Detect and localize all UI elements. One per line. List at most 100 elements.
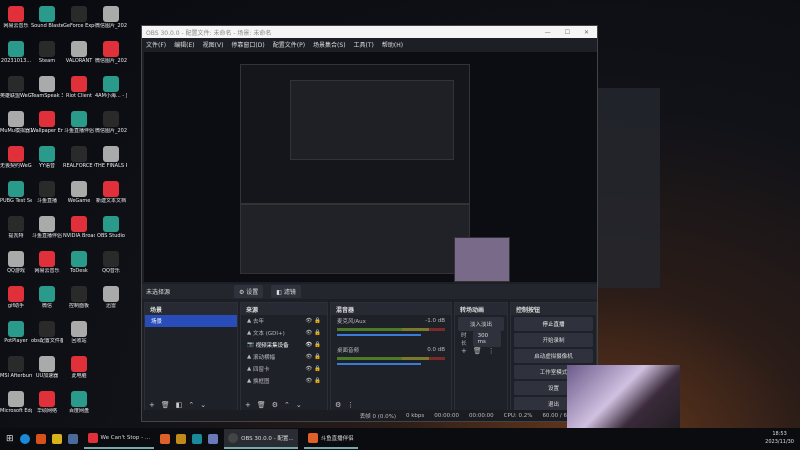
teamspeak-icon[interactable] [208,434,219,444]
menu-profile[interactable]: 配置文件(P) [273,40,305,49]
source-filters-button[interactable]: ◧ 滤镜 [271,285,301,298]
lock-icon[interactable]: 🔒 [314,330,321,336]
trash-icon[interactable]: 🗑 [161,401,170,409]
desktop-icon[interactable]: TeamSpeak 3 [31,76,63,99]
desktop-icon[interactable]: 华硕网络 [31,391,63,414]
lock-icon[interactable]: 🔒 [314,366,321,372]
desktop-icon[interactable]: 控制面板 [63,286,95,309]
desktop-icon[interactable]: 提瓦特 [0,216,32,239]
menu-docks[interactable]: 停靠窗口(D) [231,40,264,49]
desktop-icon[interactable]: 斗鱼直播 [31,181,63,204]
douyu-icon[interactable] [160,434,171,444]
taskbar-app-douyu[interactable]: 斗鱼直播伴侣 [303,429,358,449]
transition-select[interactable]: 淡入淡出 [458,317,504,331]
desktop-icon[interactable]: Sound Blaster ... [31,6,63,29]
visibility-icon[interactable]: 👁 [305,330,312,336]
virtual-camera-button[interactable]: 启动虚拟摄像机 [514,349,593,363]
menu-edit[interactable]: 编辑(E) [174,40,194,49]
desktop-icon[interactable]: 微信 [31,286,63,309]
desktop-icon[interactable]: ToDesk [63,251,95,274]
desktop-icon[interactable]: 迅雷 [95,286,127,309]
desktop-icon[interactable]: 微信图片_2023110... [95,6,127,29]
desktop-icon[interactable]: PotPlayer [0,321,32,344]
menu-file[interactable]: 文件(F) [146,40,166,49]
source-item[interactable]: ▲ 换框图 👁 🔒 [241,375,327,387]
start-recording-button[interactable]: 开始录制 [514,333,593,347]
chevron-down-icon[interactable]: ⌄ [296,401,302,409]
desktop-icon[interactable]: THE FINALS PLAYTEST [95,146,127,169]
desktop-icon[interactable]: PUBG Test Server [0,181,32,204]
desktop-icon[interactable]: 网易云音乐 [31,251,63,274]
lock-icon[interactable]: 🔒 [314,342,321,348]
desktop-volume-slider[interactable] [337,363,421,365]
chevron-up-icon[interactable]: ⌃ [284,401,290,409]
chevron-up-icon[interactable]: ⌃ [188,401,194,409]
uu-icon[interactable] [192,434,203,444]
source-item[interactable]: ▲ 滚动横幅 👁 🔒 [241,351,327,363]
desktop-icon[interactable]: 斗鱼直播伴侣 [31,216,63,239]
filter-icon[interactable]: ◧ [176,401,183,409]
desktop-icon[interactable]: 此电脑 [63,356,95,379]
desktop-icon[interactable]: Steam [31,41,63,64]
desktop-icon[interactable]: OBS Studio [95,216,127,239]
desktop-icon[interactable]: WeGame [63,181,95,204]
source-item[interactable]: ▲ 去年 👁 🔒 [241,315,327,327]
lock-icon[interactable]: 🔒 [314,354,321,360]
source-item[interactable]: 📷 视频采集设备 👁 🔒 [241,339,327,351]
desktop-icon[interactable]: GeForce Experience [63,6,95,29]
taskbar-app-music[interactable]: We Can't Stop - ... [83,429,155,449]
mixer-settings-icon[interactable]: ⚙ [335,401,341,409]
steam-icon[interactable] [67,434,78,444]
desktop-icon[interactable]: MuMu模拟器12 [0,111,32,134]
menu-view[interactable]: 视图(V) [203,40,224,49]
minimize-button[interactable]: — [545,29,551,36]
yy-icon[interactable] [51,434,62,444]
trash-icon[interactable]: 🗑 [257,401,266,409]
visibility-icon[interactable]: 👁 [305,378,312,384]
windows-start-icon[interactable]: ⊞ [6,434,14,444]
edge-icon[interactable] [19,434,30,444]
close-button[interactable]: ✕ [584,29,589,36]
source-settings-button[interactable]: ⚙ 设置 [234,285,264,298]
more-icon[interactable]: ⋮ [347,401,354,409]
maximize-button[interactable]: ☐ [565,29,570,36]
desktop-icon[interactable]: QQ音乐 [95,251,127,274]
menu-help[interactable]: 帮助(H) [382,40,403,49]
gear-icon[interactable]: ⚙ [272,401,278,409]
desktop-icon[interactable]: YY语音 [31,146,63,169]
chevron-down-icon[interactable]: ⌄ [200,401,206,409]
visibility-icon[interactable]: 👁 [305,342,312,348]
mic-volume-slider[interactable] [337,334,421,336]
desktop-icon[interactable]: REALFORCE CONNECT [63,146,95,169]
desktop-icon[interactable]: Wallpaper Engine: ... [31,111,63,134]
add-icon[interactable]: + [149,401,155,409]
stop-streaming-button[interactable]: 停止直播 [514,317,593,331]
lock-icon[interactable]: 🔒 [314,318,321,324]
visibility-icon[interactable]: 👁 [305,366,312,372]
source-item[interactable]: ▲ 文本 (GDI+) 👁 🔒 [241,327,327,339]
visibility-icon[interactable]: 👁 [305,318,312,324]
desktop-icon[interactable]: 斗鱼直播伴侣 [63,111,95,134]
add-icon[interactable]: + [245,401,251,409]
desktop-icon[interactable]: 4AM小海... - 直播_jb... [95,76,127,99]
desktop-icon[interactable]: MSI Afterburner [0,356,32,379]
desktop-icon[interactable]: Microsoft Edge [0,391,32,414]
desktop-icon[interactable]: obs配置文件备份 [31,321,63,344]
trash-icon[interactable]: 🗑 [473,347,482,355]
clock[interactable]: 18:53 2023/11/30 [765,430,794,446]
desktop-icon[interactable]: VALORANT [63,41,95,64]
taskbar-app-obs[interactable]: OBS 30.0.0 - 配置... [224,429,298,449]
desktop-icon[interactable]: QQ游戏 [0,251,32,274]
desktop-icon[interactable]: gif助手 [0,286,32,309]
menu-scene-collection[interactable]: 场景集合(S) [313,40,346,49]
more-icon[interactable]: ⋮ [488,347,495,355]
desktop-icon[interactable]: 英雄联盟WeGame版 [0,76,32,99]
g-app-icon[interactable] [176,434,187,444]
menu-tools[interactable]: 工具(T) [354,40,374,49]
office-icon[interactable] [35,434,46,444]
desktop-icon[interactable]: UU加速器 [31,356,63,379]
preview-canvas[interactable] [144,52,597,282]
desktop-icon[interactable]: 新建文本文档 [95,181,127,204]
desktop-icon[interactable]: Riot Client [63,76,95,99]
desktop-icon[interactable]: 微信图片_2023110... [95,41,127,64]
